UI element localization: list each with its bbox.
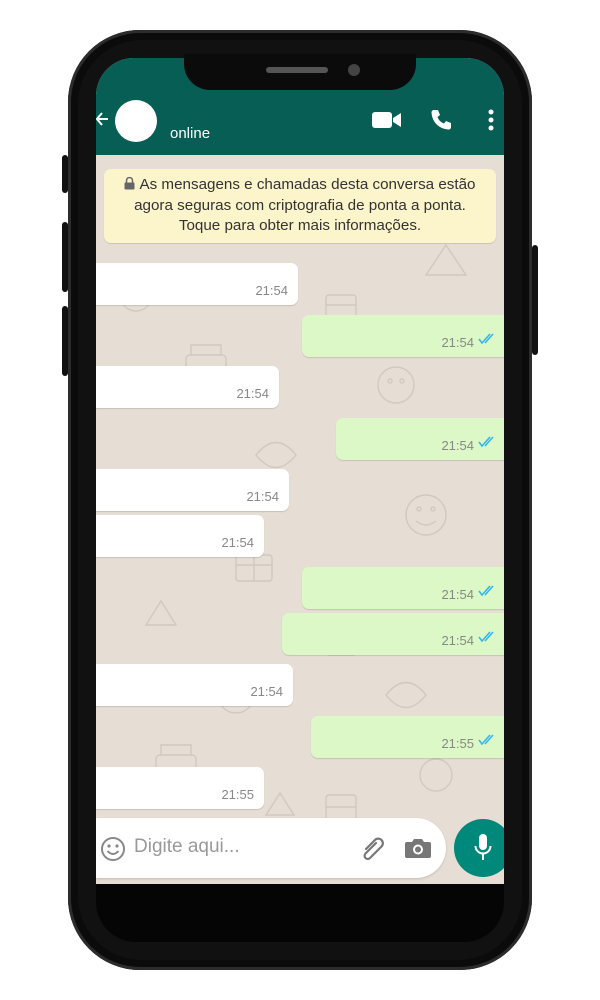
message-time: 21:54 [221,535,254,550]
arrow-back-icon[interactable] [96,108,110,134]
outgoing-message[interactable]: 21:54 [302,315,504,357]
message-time: 21:54 [236,386,269,401]
encryption-notice-text: As mensagens e chamadas desta conversa e… [134,176,476,234]
contact-status: online [170,125,211,142]
double-check-read-icon [478,732,496,750]
power-button [532,245,538,355]
incoming-message[interactable]: 21:54 [96,469,289,511]
earpiece-speaker [266,67,328,73]
message-time: 21:55 [221,787,254,802]
mic-icon [473,833,493,868]
chat-screen: online As mensagens e chamadas desta con… [96,58,504,884]
more-vert-icon[interactable] [488,109,494,136]
mic-button[interactable] [454,819,504,877]
message-time: 21:54 [441,587,474,602]
incoming-message[interactable]: 21:55 [96,767,264,809]
emoji-icon[interactable] [100,836,126,867]
encryption-notice[interactable]: As mensagens e chamadas desta conversa e… [104,169,496,243]
incoming-message[interactable]: 21:54 [96,664,293,706]
double-check-read-icon [478,331,496,349]
message-time: 21:54 [255,283,288,298]
outgoing-message[interactable]: 21:54 [282,613,504,655]
attach-icon[interactable] [358,833,388,868]
message-input-bar[interactable]: Digite aqui... [96,818,446,878]
double-check-read-icon [478,629,496,647]
outgoing-message[interactable]: 21:54 [302,567,504,609]
avatar[interactable] [115,100,157,142]
double-check-read-icon [478,434,496,452]
message-time: 21:55 [441,736,474,751]
message-time: 21:54 [441,633,474,648]
message-time: 21:54 [250,684,283,699]
lock-icon [124,176,135,196]
outgoing-message[interactable]: 21:54 [336,418,504,460]
video-call-icon[interactable] [372,110,402,135]
phone-bottom-bezel [96,884,504,942]
message-time: 21:54 [246,489,279,504]
incoming-message[interactable]: 21:54 [96,366,279,408]
message-input[interactable]: Digite aqui... [134,836,240,858]
message-time: 21:54 [441,438,474,453]
phone-icon[interactable] [429,108,453,137]
message-list[interactable]: As mensagens e chamadas desta conversa e… [96,155,504,884]
incoming-message[interactable]: 21:54 [96,263,298,305]
outgoing-message[interactable]: 21:55 [311,716,504,758]
message-time: 21:54 [441,335,474,350]
incoming-message[interactable]: 21:54 [96,515,264,557]
camera-icon[interactable] [404,836,432,865]
double-check-read-icon [478,583,496,601]
front-camera [348,64,360,76]
